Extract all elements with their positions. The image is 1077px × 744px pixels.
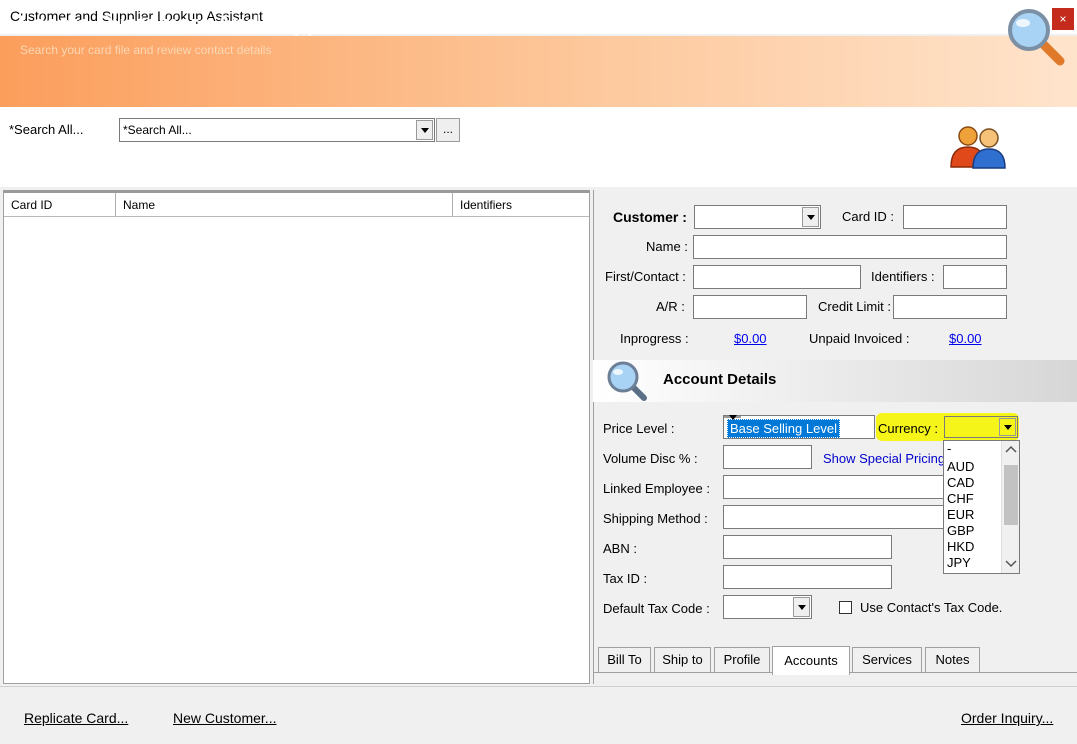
volume-disc-field[interactable] [723,445,812,469]
scrollbar-thumb[interactable] [1004,465,1018,525]
search-combo-value: *Search All... [123,123,192,137]
column-header-identifiers[interactable]: Identifiers [453,193,589,216]
currency-option[interactable]: HKD [947,539,974,555]
currency-option[interactable]: - [947,441,951,457]
card-list-grid[interactable]: Card ID Name Identifiers [3,190,590,684]
unpaid-invoiced-value-link[interactable]: $0.00 [949,331,982,346]
card-id-field[interactable] [903,205,1007,229]
currency-option[interactable]: CAD [947,475,974,491]
price-level-combo[interactable]: Base Selling Level [723,415,875,439]
name-label: Name : [646,239,688,254]
currency-option[interactable]: JPY [947,555,971,571]
tab-notes[interactable]: Notes [925,647,980,672]
default-tax-code-combo[interactable] [723,595,812,619]
chevron-down-icon[interactable] [802,207,819,227]
tax-id-field[interactable] [723,565,892,589]
currency-option[interactable]: CHF [947,491,974,507]
use-contact-tax-label: Use Contact's Tax Code. [860,600,1003,615]
ar-field[interactable] [693,295,807,319]
tab-ship-to[interactable]: Ship to [654,647,711,672]
currency-option[interactable]: EUR [947,507,974,523]
ar-label: A/R : [656,299,685,314]
account-details-title: Account Details [663,371,777,388]
order-inquiry-link[interactable]: Order Inquiry... [961,710,1053,726]
default-tax-code-label: Default Tax Code : [603,601,710,616]
currency-combo[interactable] [944,416,1018,438]
use-contact-tax-checkbox[interactable] [839,601,852,614]
shipping-method-field[interactable] [723,505,945,529]
search-combo[interactable]: *Search All... [119,118,435,142]
currency-option[interactable]: GBP [947,523,974,539]
card-id-label: Card ID : [842,209,895,224]
tax-id-label: Tax ID : [603,571,648,586]
column-header-card-id[interactable]: Card ID [4,193,116,216]
volume-disc-label: Volume Disc % : [603,451,698,466]
customer-type-combo[interactable] [694,205,821,229]
abn-label: ABN : [603,541,637,556]
grid-header: Card ID Name Identifiers [4,193,589,217]
first-contact-label: First/Contact : [605,269,686,284]
linked-employee-label: Linked Employee : [603,481,710,496]
inprogress-value-link[interactable]: $0.00 [734,331,767,346]
browse-button[interactable]: ... [436,118,460,142]
price-level-label: Price Level : [603,421,675,436]
name-field[interactable] [693,235,1007,259]
currency-scrollbar[interactable] [1001,441,1019,573]
chevron-down-icon[interactable] [793,597,810,617]
chevron-down-icon[interactable] [999,418,1016,436]
tab-bill-to[interactable]: Bill To [598,647,651,672]
tab-accounts[interactable]: Accounts [772,646,850,675]
new-customer-link[interactable]: New Customer... [173,710,276,726]
people-icon [950,126,1006,169]
credit-limit-label: Credit Limit : [818,299,891,314]
currency-dropdown-list[interactable]: - AUD CAD CHF EUR GBP HKD JPY [943,440,1020,574]
column-header-name[interactable]: Name [116,193,453,216]
identifiers-field[interactable] [943,265,1007,289]
linked-employee-field[interactable] [723,475,945,499]
chevron-up-icon[interactable] [1005,445,1017,453]
chevron-down-icon[interactable] [416,120,433,140]
tab-services[interactable]: Services [852,647,922,672]
currency-option[interactable]: AUD [947,459,974,475]
customer-label: Customer : [613,209,687,225]
show-special-pricing-link[interactable]: Show Special Pricing [823,451,943,466]
tab-profile[interactable]: Profile [714,647,770,672]
shipping-method-label: Shipping Method : [603,511,708,526]
footer-bar [0,686,1077,744]
credit-limit-field[interactable] [893,295,1007,319]
identifiers-label: Identifiers : [871,269,935,284]
replicate-card-link[interactable]: Replicate Card... [24,710,128,726]
banner-subtitle: Search your card file and review contact… [20,43,272,57]
search-label: *Search All... [9,122,84,137]
unpaid-invoiced-label: Unpaid Invoiced : [809,331,910,346]
magnifier-icon [1008,9,1065,66]
magnifier-icon [607,361,647,401]
chevron-down-icon[interactable] [1005,560,1017,568]
currency-label: Currency : [878,421,938,436]
abn-field[interactable] [723,535,892,559]
banner-title: Locate Customers And Suppliers [19,11,366,36]
price-level-value: Base Selling Level [727,419,840,438]
inprogress-label: Inprogress : [620,331,689,346]
chevron-down-icon[interactable] [724,415,741,420]
first-contact-field[interactable] [693,265,861,289]
